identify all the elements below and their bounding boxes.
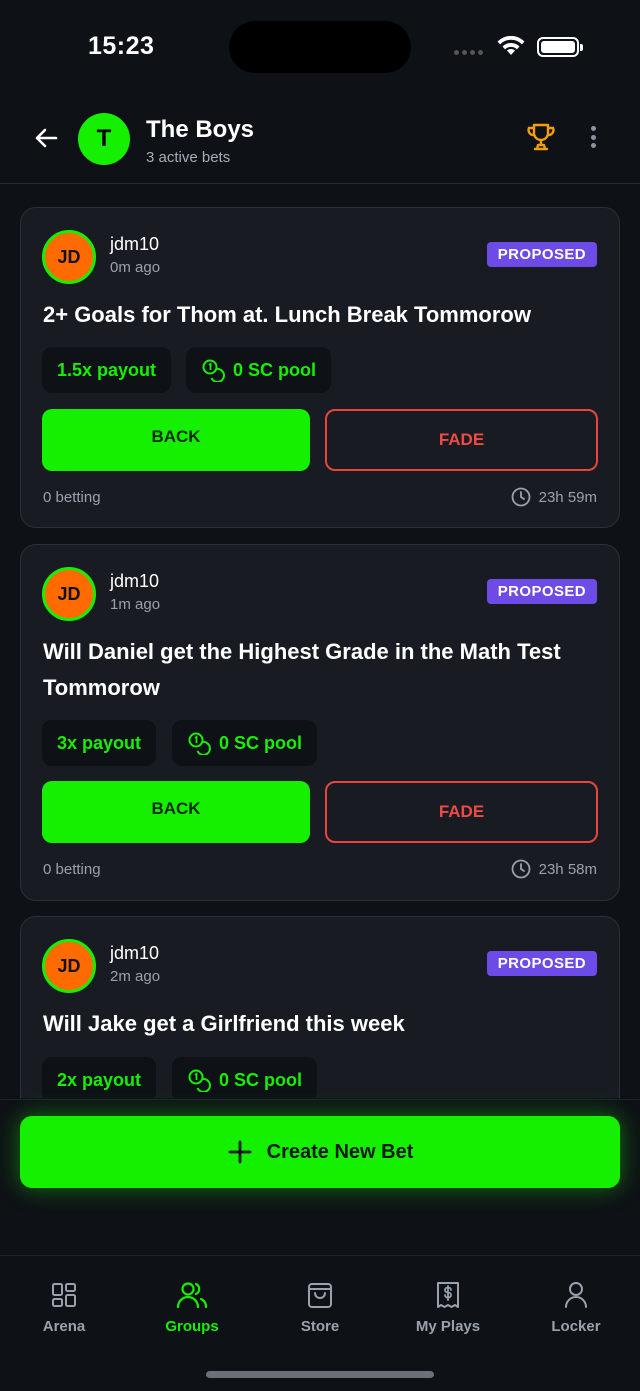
group-avatar[interactable]: T <box>78 113 130 165</box>
cellular-signal-icon <box>454 50 483 55</box>
pool-label: 0 SC pool <box>219 732 303 753</box>
avatar[interactable]: JD <box>42 230 96 284</box>
home-indicator[interactable] <box>206 1371 434 1378</box>
payout-chip: 1.5x payout <box>42 347 172 393</box>
receipt-icon <box>437 1282 459 1308</box>
username: jdm10 <box>110 943 160 963</box>
bag-icon <box>308 1283 332 1308</box>
coins-icon <box>188 732 211 755</box>
battery-icon <box>537 37 583 57</box>
username: jdm10 <box>110 234 160 254</box>
back-button[interactable]: BACK <box>42 781 310 843</box>
tab-arena-label: Arena <box>42 1318 86 1335</box>
group-header: T The Boys 3 active bets <box>0 96 640 184</box>
bet-card: JD jdm10 2m ago PROPOSED Will Jake get a… <box>20 916 620 1098</box>
back-button[interactable]: BACK <box>42 409 310 471</box>
coins-icon <box>202 359 225 382</box>
pool-label: 0 SC pool <box>233 359 317 380</box>
active-bets-count: 3 active bets <box>146 149 231 166</box>
payout-label: 1.5x payout <box>57 359 157 380</box>
time-remaining: 23h 59m <box>511 487 597 507</box>
user-icon <box>565 1282 587 1308</box>
dynamic-island <box>229 21 411 73</box>
tab-locker-label: Locker <box>551 1318 601 1335</box>
betting-count: 0 betting <box>43 861 101 878</box>
username: jdm10 <box>110 571 160 591</box>
time-ago: 1m ago <box>110 596 161 613</box>
tab-groups[interactable]: Groups <box>128 1280 256 1335</box>
tab-arena[interactable]: Arena <box>0 1280 128 1335</box>
avatar[interactable]: JD <box>42 939 96 993</box>
status-bar: 15:23 <box>0 0 640 96</box>
tab-groups-label: Groups <box>165 1318 219 1335</box>
payout-chip: 3x payout <box>42 720 157 766</box>
time-remaining-label: 23h 59m <box>538 488 597 506</box>
pool-chip: 0 SC pool <box>186 347 332 393</box>
bets-feed[interactable]: JD jdm10 0m ago PROPOSED 2+ Goals for Th… <box>0 185 640 1098</box>
users-icon <box>176 1282 208 1309</box>
group-title: The Boys <box>146 116 255 143</box>
time-remaining-label: 23h 58m <box>538 860 597 878</box>
pool-chip: 0 SC pool <box>172 720 318 766</box>
create-bet-bar: Create New Bet <box>0 1099 640 1255</box>
wifi-icon <box>497 36 525 55</box>
avatar[interactable]: JD <box>42 567 96 621</box>
tab-my-plays-label: My Plays <box>415 1318 481 1335</box>
status-badge: PROPOSED <box>486 579 597 604</box>
tab-my-plays[interactable]: My Plays <box>384 1280 512 1335</box>
back-arrow-icon[interactable] <box>30 122 62 154</box>
payout-chip: 2x payout <box>42 1057 157 1098</box>
time-ago: 2m ago <box>110 968 161 985</box>
more-options-icon[interactable] <box>582 122 604 152</box>
plus-icon <box>228 1140 252 1164</box>
grid-icon <box>52 1283 76 1307</box>
tab-store-label: Store <box>300 1318 340 1335</box>
bet-title: Will Daniel get the Highest Grade in the… <box>43 639 561 700</box>
status-badge: PROPOSED <box>486 951 597 976</box>
status-badge: PROPOSED <box>486 242 597 267</box>
betting-count: 0 betting <box>43 489 101 506</box>
tab-store[interactable]: Store <box>256 1280 384 1335</box>
pool-label: 0 SC pool <box>219 1069 303 1090</box>
bet-card: JD jdm10 1m ago PROPOSED Will Daniel get… <box>20 544 620 901</box>
create-new-bet-button[interactable]: Create New Bet <box>20 1116 620 1188</box>
tab-locker[interactable]: Locker <box>512 1280 640 1335</box>
clock-icon <box>511 487 531 507</box>
bet-title: Will Jake get a Girlfriend this week <box>43 1011 405 1036</box>
status-time: 15:23 <box>88 32 155 60</box>
time-remaining: 23h 58m <box>511 859 597 879</box>
trophy-icon[interactable] <box>524 120 558 154</box>
fade-button[interactable]: FADE <box>325 781 598 843</box>
pool-chip: 0 SC pool <box>172 1057 318 1098</box>
payout-label: 2x payout <box>57 1069 142 1090</box>
fade-button[interactable]: FADE <box>325 409 598 471</box>
bet-title: 2+ Goals for Thom at. Lunch Break Tommor… <box>43 302 531 327</box>
clock-icon <box>511 859 531 879</box>
time-ago: 0m ago <box>110 259 161 276</box>
bet-card: JD jdm10 0m ago PROPOSED 2+ Goals for Th… <box>20 207 620 528</box>
coins-icon <box>188 1069 211 1092</box>
payout-label: 3x payout <box>57 732 142 753</box>
create-new-bet-label: Create New Bet <box>266 1140 414 1163</box>
